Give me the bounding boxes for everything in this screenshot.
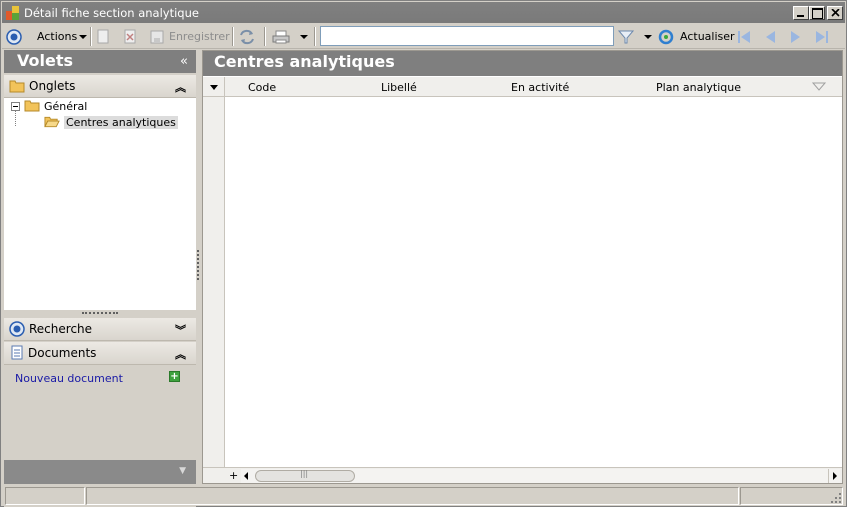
scroll-right-button[interactable] xyxy=(828,469,840,483)
document-icon xyxy=(11,345,23,360)
documents-label: Documents xyxy=(28,346,97,360)
toolbar-separator xyxy=(232,27,234,46)
status-cell xyxy=(5,487,85,505)
actions-label: Actions xyxy=(37,30,78,43)
page-title: Centres analytiques xyxy=(214,52,395,71)
horizontal-scrollbar[interactable] xyxy=(241,469,840,483)
minimize-button[interactable] xyxy=(793,6,809,20)
volets-header: Volets « xyxy=(4,50,196,73)
column-header-libelle[interactable]: Libellé xyxy=(381,81,417,94)
status-bar xyxy=(2,485,845,506)
folder-icon xyxy=(24,100,40,112)
first-record-button[interactable] xyxy=(736,26,752,47)
window-title: Détail fiche section analytique xyxy=(24,6,199,20)
new-icon xyxy=(97,29,109,43)
save-label: Enregistrer xyxy=(169,30,230,43)
title-bar[interactable]: Détail fiche section analytique xyxy=(2,2,845,23)
toolbar-separator xyxy=(264,27,266,46)
close-icon xyxy=(831,9,840,17)
last-icon xyxy=(816,30,828,43)
tabs-tree: Général Centres analytiques xyxy=(4,98,196,310)
print-icon xyxy=(272,30,290,43)
next-icon xyxy=(791,30,800,43)
filter-button[interactable] xyxy=(618,26,652,47)
row-selector-column xyxy=(203,97,225,467)
grid-footer: + xyxy=(203,467,842,483)
refresh-label: Actualiser xyxy=(680,30,735,43)
app-window: Détail fiche section analytique Actions xyxy=(0,0,847,507)
collapse-section-icon[interactable]: ︽ xyxy=(175,79,186,95)
main-header: Centres analytiques xyxy=(203,51,842,76)
chevron-down-icon xyxy=(300,34,308,39)
column-filter-icon[interactable] xyxy=(812,82,826,92)
data-grid[interactable] xyxy=(203,97,842,467)
tree-node-label: Général xyxy=(44,99,88,113)
chevron-down-icon xyxy=(79,34,88,39)
sync-icon xyxy=(240,29,254,44)
column-header-en-activite[interactable]: En activité xyxy=(511,81,569,94)
add-row-button[interactable]: + xyxy=(229,469,238,482)
left-panel-footer[interactable]: ▼ xyxy=(4,460,196,484)
new-button[interactable] xyxy=(96,26,110,47)
previous-record-button[interactable] xyxy=(762,26,778,47)
refresh-icon xyxy=(658,29,674,44)
collapse-node-icon[interactable] xyxy=(11,101,20,111)
chevron-down-icon xyxy=(644,34,652,39)
left-panel: Volets « Onglets ︽ Général Centres analy… xyxy=(4,50,196,507)
column-header-code[interactable]: Code xyxy=(248,81,276,94)
scroll-thumb[interactable] xyxy=(255,469,355,482)
status-cell xyxy=(740,487,843,505)
close-button[interactable] xyxy=(827,6,843,20)
column-chooser-button[interactable] xyxy=(203,77,225,97)
onglets-section-header[interactable]: Onglets ︽ xyxy=(4,75,196,98)
maximize-button[interactable] xyxy=(809,6,825,20)
save-button[interactable]: Enregistrer xyxy=(150,26,230,47)
search-icon xyxy=(9,321,25,337)
expand-section-icon[interactable]: ︾ xyxy=(175,322,186,338)
folder-icon xyxy=(9,80,25,93)
sync-button[interactable] xyxy=(238,26,256,47)
new-document-link[interactable]: Nouveau document xyxy=(15,372,123,385)
status-cell xyxy=(86,487,739,505)
recherche-label: Recherche xyxy=(29,322,93,336)
main-panel: Centres analytiques Code Libellé En acti… xyxy=(202,50,843,484)
horizontal-splitter[interactable] xyxy=(82,312,118,315)
toolbar: Actions Enregistrer Actualiser xyxy=(2,24,845,49)
open-folder-icon xyxy=(44,116,60,128)
tree-node-label: Centres analytiques xyxy=(64,115,178,129)
grid-header: Code Libellé En activité Plan analytique xyxy=(203,77,842,97)
delete-icon xyxy=(124,29,136,43)
column-header-plan-analytique[interactable]: Plan analytique xyxy=(656,81,741,94)
previous-icon xyxy=(766,30,775,43)
chevron-down-icon: ▼ xyxy=(179,466,186,476)
refresh-button[interactable]: Actualiser xyxy=(658,26,735,47)
actions-menu-button[interactable]: Actions xyxy=(6,26,88,47)
documents-section-header[interactable]: Documents ︽ xyxy=(4,342,196,365)
last-record-button[interactable] xyxy=(814,26,830,47)
recherche-section-header[interactable]: Recherche ︾ xyxy=(4,318,196,341)
collapse-section-icon[interactable]: ︽ xyxy=(175,346,186,362)
print-button[interactable] xyxy=(272,26,308,47)
toolbar-separator xyxy=(90,27,92,46)
save-icon xyxy=(150,30,164,43)
app-icon xyxy=(5,5,21,21)
resize-grip-icon[interactable] xyxy=(830,492,842,504)
first-icon xyxy=(738,30,750,43)
actions-icon xyxy=(6,28,22,45)
delete-button[interactable] xyxy=(123,26,137,47)
filter-icon xyxy=(618,30,634,43)
tree-node-general[interactable]: Général xyxy=(11,98,87,114)
next-record-button[interactable] xyxy=(788,26,804,47)
search-input[interactable] xyxy=(320,26,614,46)
vertical-splitter[interactable] xyxy=(196,50,201,484)
toolbar-separator xyxy=(314,27,316,46)
collapse-panel-icon[interactable]: « xyxy=(180,54,188,69)
onglets-label: Onglets xyxy=(29,79,76,93)
volets-title: Volets xyxy=(17,51,74,70)
tree-node-centres-analytiques[interactable]: Centres analytiques xyxy=(44,114,178,130)
add-document-icon[interactable]: + xyxy=(169,371,180,382)
scroll-left-button[interactable] xyxy=(241,469,253,483)
